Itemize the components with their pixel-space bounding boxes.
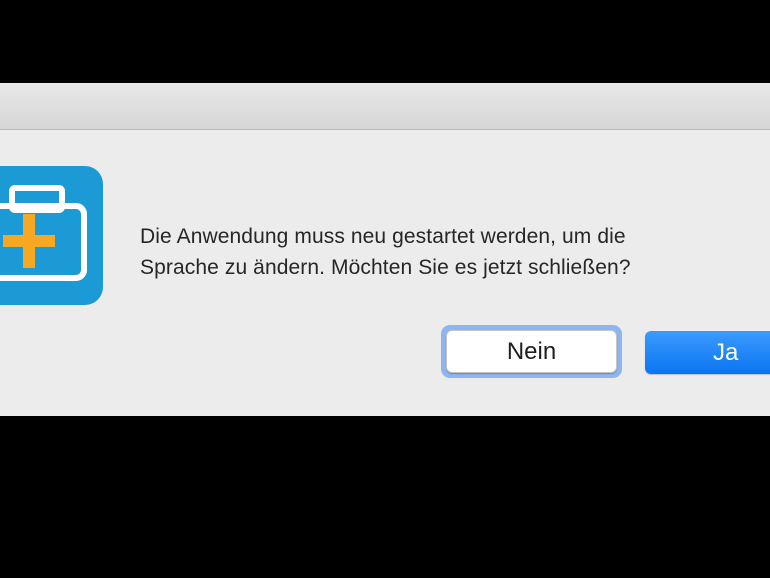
- dialog-content: Die Anwendung muss neu gestartet werden,…: [0, 130, 770, 416]
- message-line-2: Sprache zu ändern. Möchten Sie es jetzt …: [140, 256, 631, 279]
- dialog-message: Die Anwendung muss neu gestartet werden,…: [140, 221, 760, 283]
- nein-button[interactable]: Nein: [446, 330, 617, 373]
- first-aid-kit-graphic: [0, 185, 87, 281]
- restart-dialog: Die Anwendung muss neu gestartet werden,…: [0, 83, 770, 416]
- dialog-titlebar[interactable]: [0, 83, 770, 130]
- first-aid-kit-icon: [0, 166, 103, 305]
- message-line-1: Die Anwendung muss neu gestartet werden,…: [140, 225, 626, 248]
- ja-button[interactable]: Ja: [645, 331, 770, 374]
- nein-button-focus-ring: Nein: [441, 325, 622, 378]
